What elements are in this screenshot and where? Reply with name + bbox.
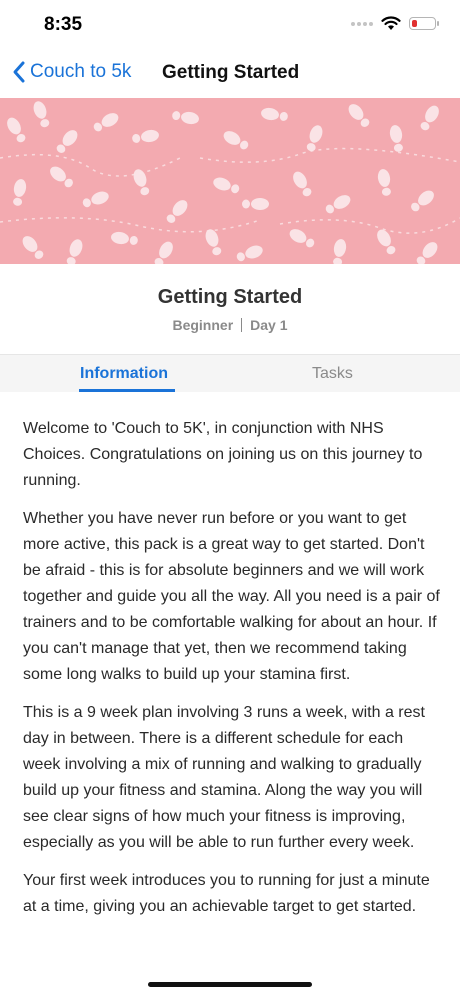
paragraph: Welcome to 'Couch to 5K', in conjunction…: [23, 420, 423, 489]
paragraph: Your first week introduces you to runnin…: [23, 872, 430, 915]
active-tab-indicator: [79, 389, 175, 392]
page-heading: Getting Started Beginner Day 1: [0, 264, 460, 354]
level-day-line: Beginner Day 1: [0, 317, 460, 333]
chevron-left-icon: [13, 61, 25, 83]
footprints-pattern: [0, 99, 460, 264]
paragraph: Whether you have never run before or you…: [23, 510, 440, 683]
paragraph: This is a 9 week plan involving 3 runs a…: [23, 704, 425, 851]
back-button-label: Couch to 5k: [30, 61, 132, 82]
status-icons: [351, 16, 439, 31]
tab-bar: Information Tasks: [0, 354, 460, 392]
page-title: Getting Started: [157, 286, 303, 308]
tab-information[interactable]: Information: [80, 365, 168, 383]
back-button[interactable]: Couch to 5k: [12, 60, 131, 84]
status-bar: 8:35: [0, 0, 460, 50]
tab-tasks[interactable]: Tasks: [312, 365, 353, 383]
navigation-bar: Couch to 5k Getting Started: [0, 50, 460, 98]
day-label: Day 1: [250, 317, 288, 333]
cellular-signal-icon: [351, 21, 373, 26]
wifi-icon: [381, 16, 401, 30]
home-indicator[interactable]: [148, 982, 312, 987]
level-label: Beginner: [172, 317, 234, 333]
hero-banner: [0, 98, 460, 264]
nav-title: Getting Started: [162, 62, 300, 83]
battery-icon: [409, 17, 439, 30]
divider: [241, 318, 243, 332]
status-time: 8:35: [44, 14, 83, 35]
information-content: Welcome to 'Couch to 5K', in conjunction…: [23, 416, 443, 932]
